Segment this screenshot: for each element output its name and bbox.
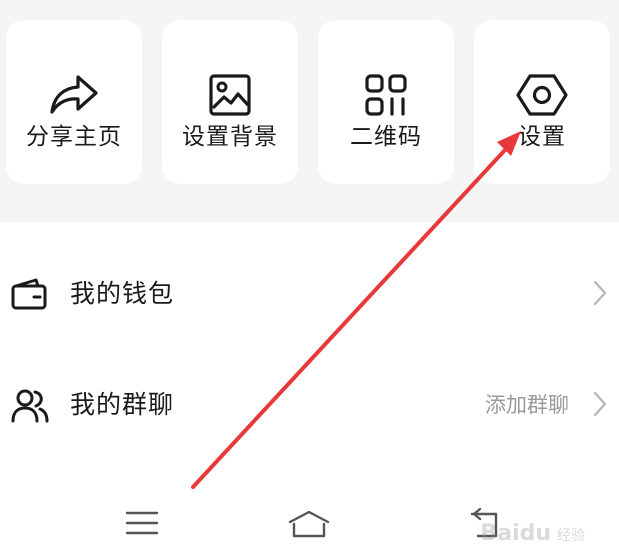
qr-code-label: 二维码 [350, 124, 422, 150]
add-group-chat-hint[interactable]: 添加群聊 [485, 390, 569, 420]
set-background-button[interactable]: 设置背景 [162, 20, 298, 184]
settings-button[interactable]: 设置 [474, 20, 610, 184]
quick-actions-panel: 分享主页 设置背景 二维码 设置 [0, 0, 619, 222]
image-icon [162, 72, 298, 118]
share-homepage-button[interactable]: 分享主页 [6, 20, 142, 184]
set-background-label: 设置背景 [182, 124, 278, 150]
settings-label: 设置 [518, 124, 566, 150]
menu-row-group-chats[interactable]: 我的群聊 添加群聊 [0, 365, 619, 445]
menu-row-wallet[interactable]: 我的钱包 [0, 254, 619, 334]
watermark: Baidu 经验 [480, 521, 585, 546]
system-navigation-bar: Baidu 经验 [0, 484, 619, 560]
qr-code-button[interactable]: 二维码 [318, 20, 454, 184]
menu-icon[interactable] [124, 508, 160, 542]
gear-icon [474, 72, 610, 118]
group-chats-label: 我的群聊 [70, 390, 175, 419]
watermark-subtext: 经验 [557, 528, 585, 544]
chevron-right-icon [593, 280, 607, 310]
share-icon [6, 72, 142, 118]
chevron-right-icon [593, 391, 607, 421]
share-homepage-label: 分享主页 [26, 124, 122, 150]
qr-code-icon [318, 72, 454, 118]
home-icon[interactable] [286, 508, 332, 544]
users-icon [10, 387, 50, 429]
wallet-label: 我的钱包 [70, 279, 175, 308]
wallet-icon [10, 276, 50, 316]
watermark-text: Baidu [480, 521, 551, 546]
